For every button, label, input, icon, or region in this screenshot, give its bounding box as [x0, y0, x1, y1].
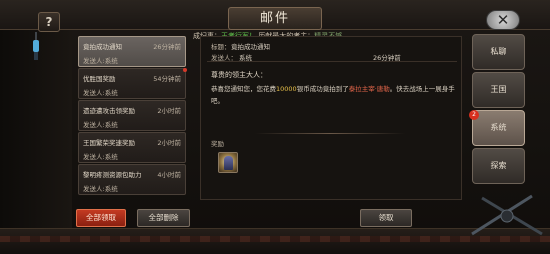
- hero-figure: [224, 156, 233, 170]
- body-text: 恭喜您通知您，您花费: [211, 85, 276, 93]
- window-title: 邮件: [228, 7, 322, 30]
- mail-time: 54分钟前: [153, 75, 181, 83]
- lantern-icon: [33, 32, 39, 60]
- attachment-label: 奖励: [211, 140, 224, 148]
- hero-portrait-icon[interactable]: [218, 152, 238, 173]
- mail-title: 黎明疼测资源包助力: [83, 171, 142, 179]
- tab-kingdom[interactable]: 王国: [472, 72, 525, 108]
- mail-time: 4小时前: [157, 171, 181, 179]
- claim-all-button[interactable]: 全部领取: [76, 209, 126, 227]
- mail-time: 26分钟前: [153, 43, 181, 51]
- claim-button[interactable]: 领取: [360, 209, 412, 227]
- mail-sender: 发送人:系统: [83, 89, 118, 97]
- mail-list-item[interactable]: 竟拍成功通知 26分钟前 发送人:系统: [78, 36, 186, 67]
- mail-sender: 发送人:系统: [83, 121, 118, 129]
- crossed-weapons-ornament: [471, 194, 543, 236]
- divider: [207, 61, 457, 62]
- body-text: 银币成功竟拍到了: [296, 85, 349, 93]
- mail-title: 优胜国奖励: [83, 75, 116, 83]
- unread-dot-icon: [183, 68, 187, 72]
- mail-time: 2小时前: [157, 107, 181, 115]
- mail-sender: 发送人:系统: [83, 185, 118, 193]
- tab-private-chat[interactable]: 私聊: [472, 34, 525, 70]
- mail-time: 2小时前: [157, 139, 181, 147]
- mail-sender: 发送人:系统: [83, 57, 118, 65]
- mail-list-item[interactable]: 优胜国奖励 54分钟前 发送人:系统: [78, 68, 186, 99]
- mail-list-item[interactable]: 黎明疼测资源包助力 4小时前 发送人:系统: [78, 164, 186, 195]
- mail-title: 竟拍成功通知: [83, 43, 122, 51]
- mail-greeting: 尊贵的领主大人：: [211, 71, 267, 79]
- mail-detail-panel: 标题： 竟拍成功通知 发送人： 系统 26分钟前 尊贵的领主大人： 恭喜您通知您…: [200, 36, 462, 200]
- mail-subject: 竟拍成功通知: [231, 43, 270, 51]
- mail-list: 竟拍成功通知 26分钟前 发送人:系统 优胜国奖励 54分钟前 发送人:系统 遗…: [78, 36, 186, 195]
- mail-body: 恭喜您通知您，您花费10000银币成功竟拍到了泰拉主宰·唐勒。快去战场上一展身手…: [211, 83, 455, 107]
- mail-sender: 发送人:系统: [83, 153, 118, 161]
- delete-all-button[interactable]: 全部删除: [137, 209, 190, 227]
- notification-badge: 2: [469, 110, 479, 120]
- mail-title: 王国繁荣奖速奖励: [83, 139, 135, 147]
- subject-label: 标题：: [211, 43, 231, 51]
- divider: [255, 133, 405, 134]
- mail-list-item[interactable]: 王国繁荣奖速奖励 2小时前 发送人:系统: [78, 132, 186, 163]
- close-button[interactable]: ✕: [486, 10, 520, 30]
- body-item: 泰拉主宰·唐勒: [348, 85, 390, 93]
- tab-system[interactable]: 系统: [472, 110, 525, 146]
- body-amount: 10000: [276, 85, 297, 93]
- bottom-ornament: [0, 236, 550, 242]
- mail-list-item[interactable]: 遗迹遭攻击领奖励 2小时前 发送人:系统: [78, 100, 186, 131]
- mail-title: 遗迹遭攻击领奖励: [83, 107, 135, 115]
- tab-explore[interactable]: 探索: [472, 148, 525, 184]
- mail-window: ? 邮件 成纪事：王者行军！ 历献最大的者主：精灵不够 ✕ 竟拍成功通知 26分…: [0, 0, 550, 254]
- help-button[interactable]: ?: [38, 12, 60, 32]
